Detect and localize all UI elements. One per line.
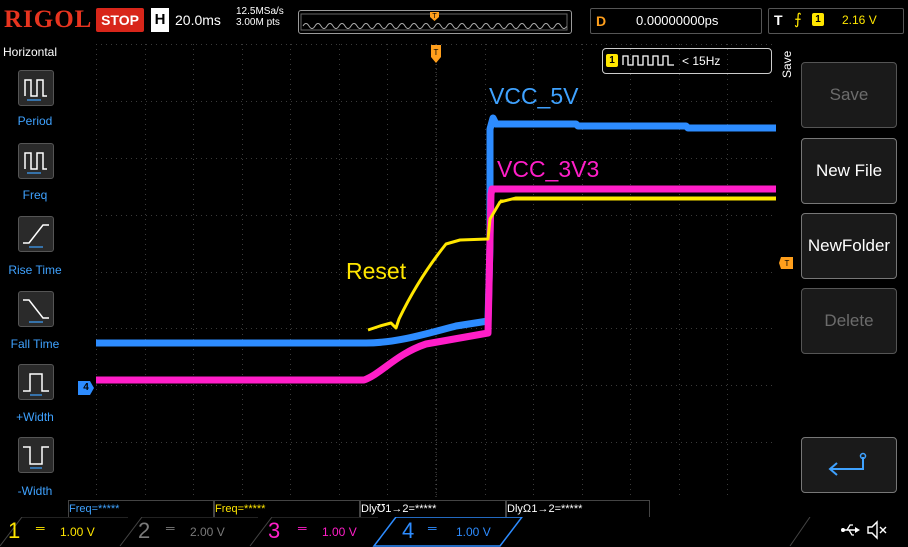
ch1-reset-trace (367, 196, 776, 332)
timebase-label: H (151, 8, 169, 32)
freq-counter-value: < 15Hz (682, 54, 721, 68)
timebase-value[interactable]: 20.0ms (175, 12, 221, 28)
fall-time-icon (23, 299, 49, 323)
speaker-muted-icon[interactable] (866, 520, 890, 545)
positive-width-label: +Width (16, 410, 54, 424)
new-folder-button[interactable]: NewFolder (801, 213, 897, 279)
freq-label: Freq (22, 188, 48, 202)
trigger-level: 2.16 V (842, 13, 877, 27)
freq-button[interactable] (18, 143, 54, 179)
enter-button[interactable] (801, 437, 897, 493)
ch1-coupling-icon: ═ (36, 521, 45, 535)
rise-time-label: Rise Time (8, 263, 62, 277)
rigol-logo: RIGOL (4, 6, 93, 33)
save-button[interactable]: Save (801, 62, 897, 128)
ch2-number[interactable]: 2 (138, 518, 150, 544)
save-menu-title: Save (780, 50, 794, 78)
negative-width-icon (23, 446, 49, 469)
delete-button[interactable]: Delete (801, 288, 897, 354)
ch4-number[interactable]: 4 (402, 518, 414, 544)
trigger-time-marker[interactable]: T (430, 44, 442, 71)
ch3-scale[interactable]: 1.00 V (322, 525, 357, 539)
ch2-coupling-icon: ═ (166, 521, 175, 535)
freq-icon (24, 152, 47, 174)
rise-time-icon (23, 224, 49, 248)
measurement-ch4-freq[interactable]: Freq=***** (68, 500, 214, 518)
svg-text:T: T (785, 259, 790, 268)
channel-tabs-outline (0, 517, 811, 547)
period-label: Period (17, 114, 53, 128)
vcc33-label: VCC_3V3 (497, 156, 600, 182)
ch4-coupling-icon: ═ (428, 521, 437, 535)
fall-time-label: Fall Time (10, 337, 60, 351)
ch3-number[interactable]: 3 (268, 518, 280, 544)
trigger-box[interactable] (768, 8, 904, 34)
negative-width-button[interactable] (18, 437, 54, 473)
freq-counter-channel: 1 (606, 54, 618, 67)
reset-label: Reset (346, 258, 407, 284)
memory-waveform-preview: T (300, 12, 568, 31)
positive-width-button[interactable] (18, 364, 54, 400)
vcc5-label: VCC_5V (489, 83, 579, 109)
negative-width-label: -Width (17, 484, 53, 498)
waveform-display[interactable] (96, 44, 776, 499)
ch4-scale[interactable]: 1.00 V (456, 525, 491, 539)
usb-icon (840, 521, 862, 544)
trigger-level-marker[interactable]: T (779, 256, 795, 275)
delay-label: D (596, 13, 607, 29)
svg-text:T: T (434, 48, 439, 57)
pulse-train-icon (622, 53, 676, 72)
ch1-number[interactable]: 1 (8, 518, 20, 544)
period-button[interactable] (18, 70, 54, 106)
trigger-label: T (774, 12, 783, 28)
rising-edge-icon: ⨍ (794, 11, 802, 28)
trigger-source: 1 (812, 13, 824, 26)
period-icon (24, 79, 47, 101)
enter-arrow-icon (828, 452, 867, 476)
measurement-delay-rise[interactable]: DlyΩ1→2=***** (506, 500, 650, 518)
memory-depth: 3.00M pts (236, 17, 280, 28)
ch3-coupling-icon: ═ (298, 521, 307, 535)
svg-text:T: T (432, 13, 437, 20)
graticule (96, 44, 776, 499)
positive-width-icon (23, 373, 49, 396)
menu-title: Horizontal (3, 45, 58, 59)
fall-time-button[interactable] (18, 291, 54, 327)
ch4-ground-marker[interactable]: 4 (78, 381, 94, 395)
ch1-scale[interactable]: 1.00 V (60, 525, 95, 539)
memory-position-track[interactable]: T (298, 10, 572, 34)
sample-rate: 12.5MSa/s (236, 6, 284, 17)
measurement-ch1-freq[interactable]: Freq=***** (214, 500, 360, 518)
delay-value: 0.00000000ps (636, 13, 719, 28)
ch2-scale[interactable]: 2.00 V (190, 525, 225, 539)
run-stop-indicator[interactable]: STOP (96, 8, 144, 32)
new-file-button[interactable]: New File (801, 138, 897, 204)
rise-time-button[interactable] (18, 216, 54, 252)
sample-info: 12.5MSa/s 3.00M pts (236, 6, 284, 28)
measurement-delay-fall[interactable]: Dly℧1→2=***** (360, 500, 506, 518)
